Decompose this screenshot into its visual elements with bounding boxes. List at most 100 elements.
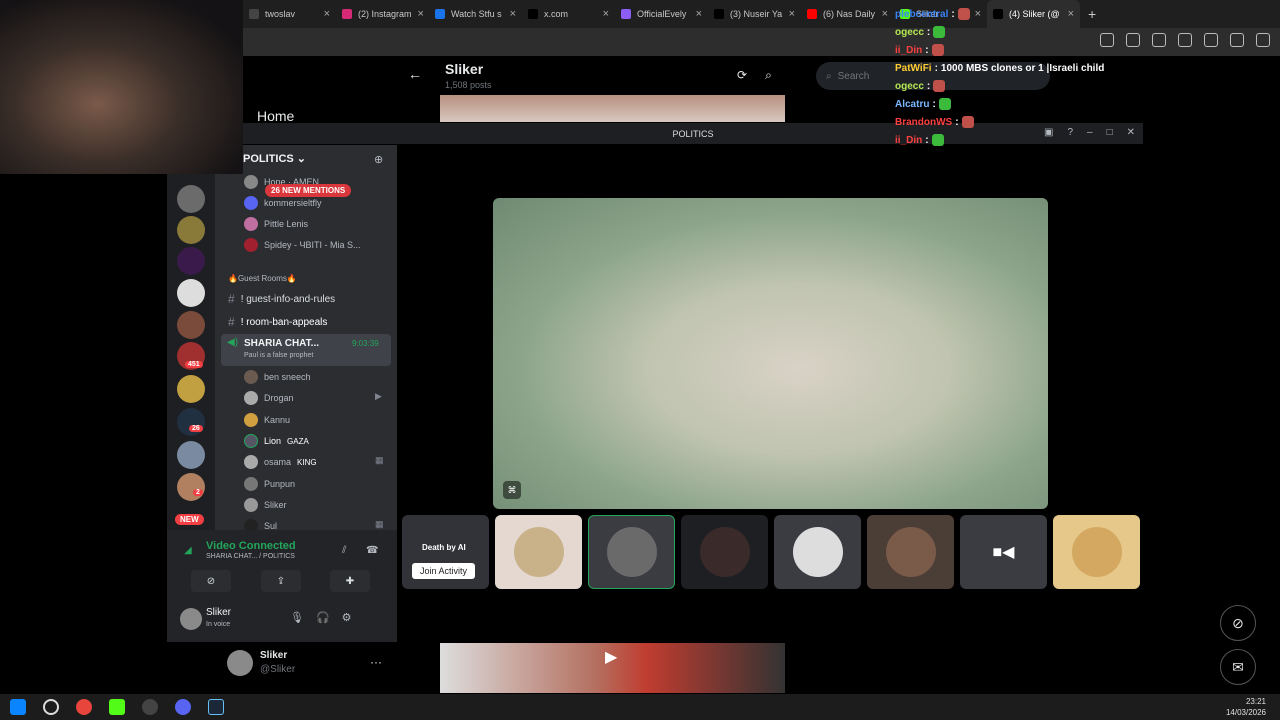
voice-member-name[interactable]: Sliker <box>264 500 287 510</box>
post-user-name[interactable]: Sliker <box>260 650 287 661</box>
activity-label: Death by AI <box>422 543 466 552</box>
tab-close-icon[interactable]: × <box>318 8 330 20</box>
puzzle-icon[interactable] <box>1178 33 1192 47</box>
chrome-icon[interactable] <box>76 699 92 715</box>
server-icon[interactable] <box>177 185 205 213</box>
text-channel[interactable]: ! room-ban-appeals <box>241 317 328 328</box>
chat-username[interactable]: BrandonWS <box>895 117 952 128</box>
search-icon[interactable] <box>43 699 59 715</box>
user-name: Sliker <box>206 607 232 618</box>
tab-close-icon[interactable]: × <box>690 8 702 20</box>
join-activity-button[interactable]: Join Activity <box>412 563 476 579</box>
browser-tab[interactable]: (2) Instagram × <box>336 0 429 28</box>
chat-username[interactable]: plebcentral <box>895 9 948 20</box>
camera-off-button[interactable]: ⊘ <box>191 570 231 592</box>
add-member-icon[interactable]: ⊕ <box>374 153 383 166</box>
server-icon[interactable] <box>177 279 205 307</box>
search-icon[interactable]: ⌕ <box>765 68 772 83</box>
voice-member-name[interactable]: osama <box>264 457 291 467</box>
browser-tab[interactable]: twoslav × <box>243 0 336 28</box>
server-icon[interactable] <box>177 311 205 339</box>
browser-tab[interactable]: x.com × <box>522 0 615 28</box>
server-list: 451 26 2 NEW <box>167 174 215 530</box>
tab-close-icon[interactable]: × <box>597 8 609 20</box>
server-header[interactable]: POLITICS ⌄ <box>243 152 306 165</box>
activity-icon[interactable]: ⌘ <box>503 481 521 499</box>
server-icon[interactable] <box>177 441 205 469</box>
profile-icon[interactable] <box>1230 33 1244 47</box>
settings-gear-icon[interactable]: ⚙ <box>342 611 352 624</box>
avatar[interactable] <box>227 650 253 676</box>
chat-username[interactable]: Alcatru <box>895 99 929 110</box>
participant-tiles: Death by AI Join Activity ■◀ <box>402 515 1140 589</box>
server-name: POLITICS <box>243 153 294 165</box>
chat-username[interactable]: PatWiFi <box>895 63 932 74</box>
headphones-icon[interactable]: 🎧 <box>316 611 330 624</box>
windows-start-icon[interactable] <box>10 699 26 715</box>
more-icon[interactable]: ··· <box>370 655 382 669</box>
noise-suppression-icon[interactable]: ⫽ <box>342 545 346 556</box>
browser-tab[interactable]: (6) Nas Daily × <box>801 0 894 28</box>
screen-share-button[interactable]: ⇪ <box>261 570 301 592</box>
main-video-stream[interactable]: ⌘ <box>493 198 1048 509</box>
voice-member-name[interactable]: Drogan <box>264 393 294 403</box>
avatar[interactable] <box>180 608 202 630</box>
tab-close-icon[interactable]: × <box>412 8 424 20</box>
browser-tab[interactable]: (3) Nuseir Ya × <box>708 0 801 28</box>
server-icon[interactable] <box>177 473 205 501</box>
back-arrow-icon[interactable]: ← <box>408 66 422 82</box>
tab-close-icon[interactable]: × <box>504 8 516 20</box>
server-icon[interactable] <box>177 247 205 275</box>
chat-username[interactable]: ogecc <box>895 27 924 38</box>
steam-icon[interactable] <box>208 699 224 715</box>
chat-username[interactable]: ii_Din <box>895 135 922 146</box>
voice-member-name[interactable]: Lion <box>264 436 281 446</box>
obs-icon[interactable] <box>142 699 158 715</box>
participant-tile[interactable] <box>681 515 768 589</box>
server-icon[interactable] <box>177 216 205 244</box>
participant-tile[interactable] <box>1053 515 1140 589</box>
stream-chat-overlay: plebcentral: ogecc: ii_Din: PatWiFi:1000 MB… <box>895 5 1155 149</box>
server-icon[interactable] <box>177 375 205 403</box>
member-name[interactable]: kommersieltfly <box>264 198 322 208</box>
browser-tab[interactable]: OfficialEvely × <box>615 0 708 28</box>
tab-label: x.com <box>544 9 569 19</box>
voice-member-name[interactable]: ben sneech <box>264 372 311 382</box>
kick-icon[interactable] <box>109 699 125 715</box>
chat-username[interactable]: ii_Din <box>895 45 922 56</box>
participant-tile[interactable]: ■◀ <box>960 515 1047 589</box>
voice-location[interactable]: SHARIA CHAT... / POLITICS <box>206 553 295 560</box>
new-badge: NEW <box>175 514 204 525</box>
participant-tile[interactable] <box>588 515 675 589</box>
chat-line: BrandonWS: <box>895 113 1155 131</box>
browser-tab[interactable]: Watch Stfu s × <box>429 0 522 28</box>
text-channel[interactable]: ! guest-info-and-rules <box>241 294 336 305</box>
kebab-menu-icon[interactable] <box>1256 33 1270 47</box>
voice-channel-status: Paul is a false prophet <box>244 352 314 359</box>
voice-member-name[interactable]: Kannu <box>264 415 290 425</box>
activities-button[interactable]: ✚ <box>330 570 370 592</box>
menu-icon[interactable] <box>1204 33 1218 47</box>
member-name[interactable]: Spidey - ЧВІТІ - Mia S... <box>264 240 361 250</box>
participant-tile[interactable] <box>774 515 861 589</box>
window-title: POLITICS <box>672 128 714 139</box>
messages-icon[interactable]: ✉ <box>1220 649 1256 685</box>
microphone-icon[interactable]: 🎙 <box>290 611 304 624</box>
member-name[interactable]: Pittle Lenis <box>264 219 308 229</box>
grok-icon[interactable]: ⊘ <box>1220 605 1256 641</box>
tab-close-icon[interactable]: × <box>783 8 795 20</box>
disconnect-icon[interactable]: ☎ <box>366 545 378 556</box>
discord-icon[interactable] <box>175 699 191 715</box>
voice-member-name[interactable]: Punpun <box>264 479 295 489</box>
participant-tile[interactable] <box>495 515 582 589</box>
chat-username[interactable]: ogecc <box>895 81 924 92</box>
signal-icon[interactable]: ◢ <box>184 545 192 556</box>
participant-tile[interactable] <box>867 515 954 589</box>
twitter-nav-home[interactable]: Home <box>257 108 294 124</box>
category-label[interactable]: 🔥Guest Rooms🔥 <box>228 274 297 283</box>
play-icon[interactable]: ▶ <box>605 647 617 667</box>
post-media[interactable]: ▶ <box>440 643 785 693</box>
refresh-icon[interactable]: ⟳ <box>737 68 747 83</box>
tab-close-icon[interactable]: × <box>876 8 888 20</box>
activity-tile[interactable]: Death by AI Join Activity <box>402 515 489 589</box>
